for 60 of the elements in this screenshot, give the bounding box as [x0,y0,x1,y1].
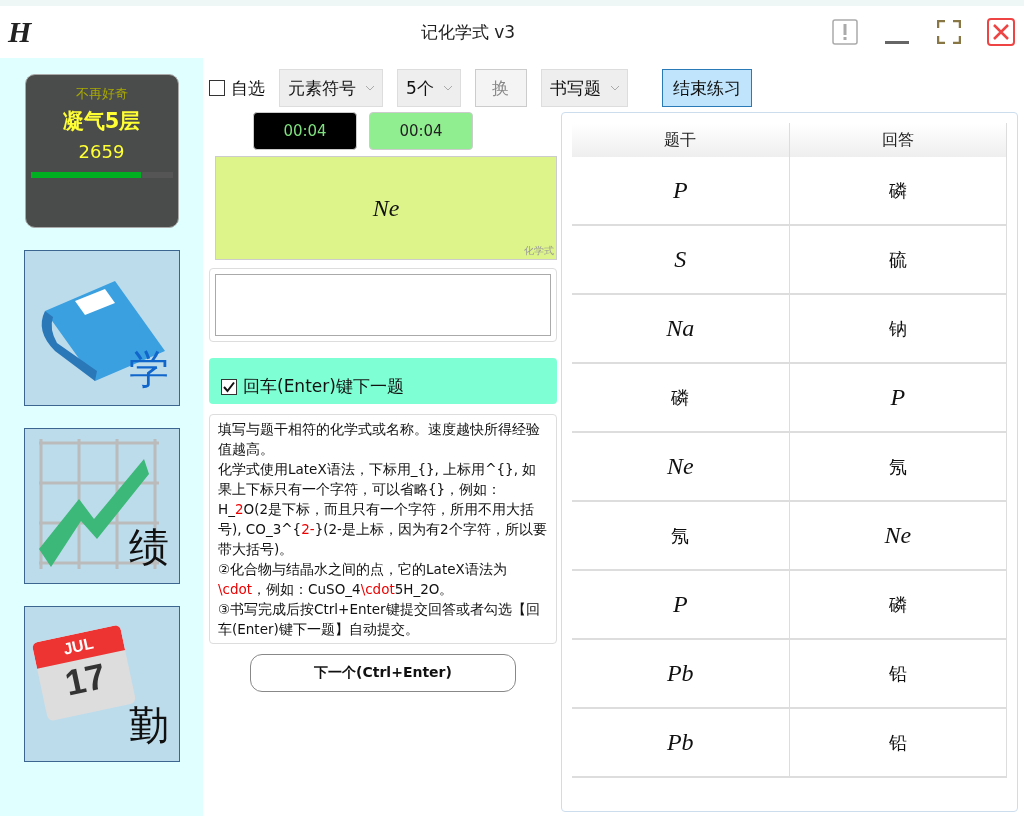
minimize-icon [885,40,909,44]
timer: 00:04 [369,112,473,150]
nav-tile[interactable]: 绩 [23,428,180,584]
close-button[interactable] [986,17,1016,47]
chevron-icon [443,85,452,91]
nav-tile-label: 绩 [128,524,169,571]
help-paragraph: ②化合物与结晶水之间的点，它的LateX语法为 \cdot，例如：CuSO_4\cdot5H_2O。 [218,560,508,599]
formula-cell: Pb [666,729,694,756]
formula-cell: Ne [666,453,694,480]
timer: 00:04 [253,112,357,150]
nav-tile[interactable]: JUL 17 勤 [23,606,180,762]
checkbox-box[interactable] [209,80,225,96]
app-logo: H [8,15,33,49]
nav-tile-label: 学 [128,346,169,393]
formula-cell: P [672,591,688,618]
answer-field[interactable] [215,274,551,336]
dropdown[interactable]: 5个 [397,69,461,107]
window-title: 记化学式 v3 [419,20,517,44]
checkbox-label: 自选 [231,76,265,100]
formula-cell: Na [666,315,695,342]
name-cell: 氖 [671,523,690,548]
profile-rank: 凝气5层 [62,108,141,135]
maximize-button[interactable] [934,17,964,47]
name-cell: 硫 [888,247,907,272]
chevron-icon [366,85,374,91]
checkmark-icon [223,380,235,393]
column-header: 题干 [664,129,697,151]
formula-cell: Ne [884,522,912,549]
profile-score: 2659 [78,141,125,162]
nav-tile-label: 勤 [128,702,169,749]
help-paragraph: 填写与题干相符的化学式或名称。速度越快所得经验值越高。 [218,420,541,459]
maximize-icon [937,20,961,44]
name-cell: 铅 [888,730,907,755]
formula-cell: Pb [666,660,694,687]
mode-dropdown[interactable]: 书写题 [540,69,628,107]
name-cell: 磷 [888,178,907,203]
question-type-tag: 化学式 [524,244,554,258]
formula-cell: S [674,246,687,273]
exclamation-icon [832,19,858,45]
dropdown[interactable]: 元素符号 [279,69,383,107]
column-header: 回答 [881,129,914,151]
chevron-icon [610,85,619,91]
end-practice-button[interactable]: 结束练习 [661,69,752,107]
name-cell: 铅 [888,661,907,686]
close-icon [987,18,1015,46]
name-cell: 氖 [888,454,907,479]
nav-tile[interactable]: 学 [23,250,180,406]
name-cell: 磷 [888,592,907,617]
formula-cell: P [672,177,688,204]
name-cell: 磷 [671,385,690,410]
help-paragraph: ③书写完成后按Ctrl+Enter键提交回答或者勾选【回车(Enter)键下一题】自动提交。 [218,600,541,639]
help-paragraph: 化学式使用LateX语法，下标用_{}, 上标用^{}, 如果上下标只有一个字符，可以省略{}，例如：H_2O(2是下标，而且只有一个字符，所用不用大括号), CO_3^{2-}(2-是上标，因为有2个字符，所以要带大括号)。 [218,460,548,559]
question-formula: Ne [372,194,400,222]
formula-cell: P [890,384,906,411]
info-button[interactable] [830,17,860,47]
next-button[interactable]: 下一个(Ctrl+Enter) [250,654,516,692]
self-select-checkbox[interactable]: 自选 [209,76,265,100]
name-cell: 钠 [888,316,907,341]
profile-motto: 不再好奇 [75,85,128,103]
checkbox-box[interactable] [221,378,237,395]
